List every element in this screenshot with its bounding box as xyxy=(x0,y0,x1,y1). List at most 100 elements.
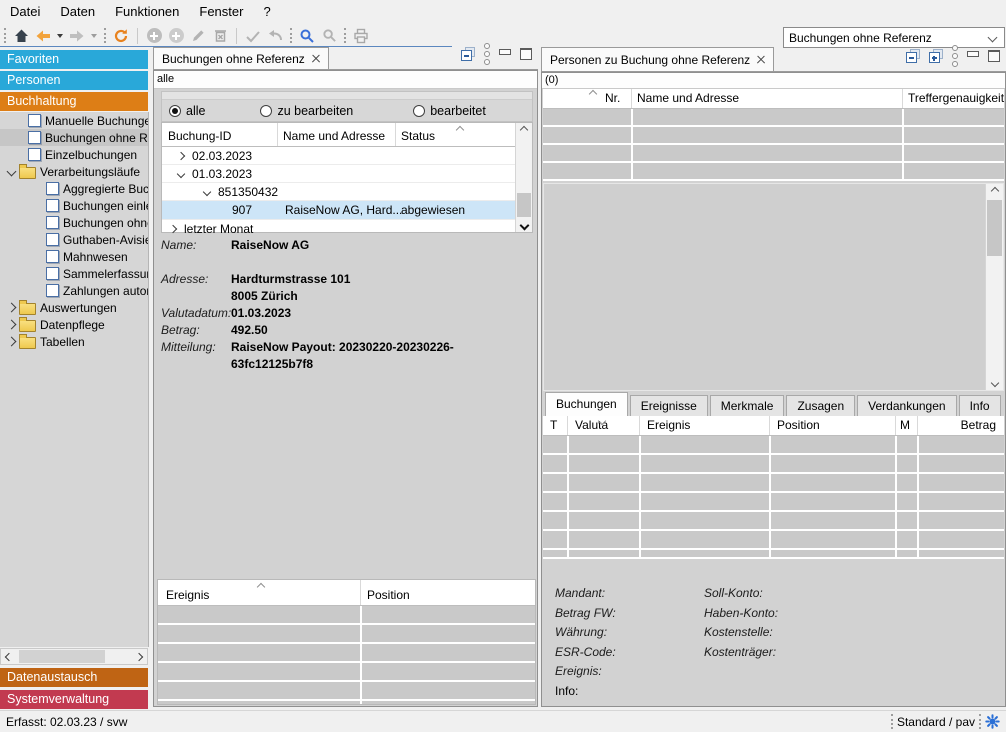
tree-item-tabellen[interactable]: Tabellen xyxy=(0,333,148,350)
scroll-right-button[interactable] xyxy=(131,649,147,664)
radio-zu-bearbeiten[interactable]: zu bearbeiten xyxy=(260,104,353,118)
radio-bearbeitet[interactable]: bearbeitet xyxy=(413,104,486,118)
column-ereignis[interactable]: Ereignis xyxy=(166,588,209,602)
tree-item-mahnwesen[interactable]: Mahnwesen xyxy=(0,248,148,265)
minimize-icon[interactable] xyxy=(499,49,511,55)
toolbar-grip[interactable] xyxy=(104,28,106,43)
more-dots-icon[interactable] xyxy=(484,43,491,66)
scrollbar-thumb[interactable] xyxy=(987,200,1002,256)
sidebar-section-favoriten[interactable]: Favoriten xyxy=(0,50,148,69)
home-button[interactable] xyxy=(10,26,32,46)
column-t[interactable]: T xyxy=(550,418,557,432)
forward-button[interactable] xyxy=(66,26,88,46)
chevron-down-icon[interactable] xyxy=(177,169,185,177)
person-detail-scrollbar[interactable] xyxy=(985,184,1003,390)
search-secondary-button[interactable] xyxy=(318,26,340,46)
minimize-icon[interactable] xyxy=(967,51,979,57)
tree-item-aggregierte-buchungen[interactable]: Aggregierte Buchu xyxy=(0,180,148,197)
close-icon[interactable] xyxy=(312,55,320,63)
chevron-right-icon[interactable] xyxy=(7,320,17,330)
tab-info[interactable]: Info xyxy=(959,395,1001,416)
sidebar-horizontal-scrollbar[interactable] xyxy=(0,648,148,665)
tree-item-zahlungen-automatisch[interactable]: Zahlungen automat xyxy=(0,282,148,299)
scrollbar-track[interactable] xyxy=(17,649,131,664)
menu-funktionen[interactable]: Funktionen xyxy=(105,0,189,24)
forward-history-button[interactable] xyxy=(88,26,100,46)
add-secondary-button[interactable] xyxy=(165,26,187,46)
window-collapse-icon[interactable] xyxy=(461,47,475,60)
tree-item-verarbeitungslaeufe[interactable]: Verarbeitungsläufe xyxy=(0,163,148,180)
tab-buchungen-ohne-referenz[interactable]: Buchungen ohne Referenz xyxy=(153,47,329,69)
sidebar-section-datenaustausch[interactable]: Datenaustausch xyxy=(0,668,148,687)
table-row[interactable]: 01.03.2023 xyxy=(162,165,532,183)
sidebar-section-systemverwaltung[interactable]: Systemverwaltung xyxy=(0,690,148,709)
chevron-right-icon[interactable] xyxy=(177,151,185,159)
toolbar-grip[interactable] xyxy=(4,28,6,43)
tab-ereignisse[interactable]: Ereignisse xyxy=(630,395,708,416)
column-m[interactable]: M xyxy=(900,418,910,432)
back-button[interactable] xyxy=(32,26,54,46)
refresh-button[interactable] xyxy=(110,26,132,46)
column-status[interactable]: Status xyxy=(401,129,435,143)
chevron-right-icon[interactable] xyxy=(7,337,17,347)
menu-datei[interactable]: Datei xyxy=(0,0,50,24)
column-position[interactable]: Position xyxy=(367,588,410,602)
window-expand-icon[interactable] xyxy=(929,49,943,62)
scroll-up-button[interactable] xyxy=(986,184,1003,198)
toolbar-grip[interactable] xyxy=(290,28,292,43)
table-row[interactable]: 851350432 xyxy=(162,183,532,201)
column-name-und-adresse[interactable]: Name und Adresse xyxy=(283,129,385,143)
tree-item-buchungen-ohne-referenz[interactable]: Buchungen ohne Refe xyxy=(0,129,148,146)
column-ereignis[interactable]: Ereignis xyxy=(647,418,690,432)
chevron-down-icon[interactable] xyxy=(7,167,17,177)
column-treffergenauigkeit[interactable]: Treffergenauigkeit xyxy=(908,91,1004,105)
scrollbar-thumb[interactable] xyxy=(517,193,531,217)
scroll-left-button[interactable] xyxy=(1,649,17,664)
column-buchung-id[interactable]: Buchung-ID xyxy=(168,129,231,143)
confirm-button[interactable] xyxy=(242,26,264,46)
chevron-right-icon[interactable] xyxy=(169,224,177,232)
search-button[interactable] xyxy=(296,26,318,46)
scrollbar-thumb[interactable] xyxy=(19,650,105,663)
scrollbar-track[interactable] xyxy=(516,137,532,218)
tab-personen-zu-buchung[interactable]: Personen zu Buchung ohne Referenz xyxy=(541,47,774,71)
toolbar-grip[interactable] xyxy=(344,28,346,43)
table-row[interactable]: letzter Monat xyxy=(162,220,532,237)
delete-button[interactable] xyxy=(209,26,231,46)
menu-hilfe[interactable]: ? xyxy=(253,0,280,24)
tab-buchungen[interactable]: Buchungen xyxy=(545,392,628,416)
tab-merkmale[interactable]: Merkmale xyxy=(710,395,785,416)
maximize-icon[interactable] xyxy=(520,48,532,60)
tree-item-einzelbuchungen[interactable]: Einzelbuchungen xyxy=(0,146,148,163)
settings-button[interactable] xyxy=(985,714,1000,729)
scroll-down-button[interactable] xyxy=(516,218,532,232)
sidebar-section-personen[interactable]: Personen xyxy=(0,71,148,90)
tab-verdankungen[interactable]: Verdankungen xyxy=(857,395,956,416)
tree-item-sammelerfassung[interactable]: Sammelerfassung S xyxy=(0,265,148,282)
back-history-button[interactable] xyxy=(54,26,66,46)
tree-item-buchungen-ohne-r[interactable]: Buchungen ohne R xyxy=(0,214,148,231)
column-nr[interactable]: Nr. xyxy=(605,91,620,105)
menu-fenster[interactable]: Fenster xyxy=(189,0,253,24)
scroll-up-button[interactable] xyxy=(516,123,532,137)
chevron-right-icon[interactable] xyxy=(7,303,17,313)
tree-item-auswertungen[interactable]: Auswertungen xyxy=(0,299,148,316)
edit-button[interactable] xyxy=(187,26,209,46)
more-dots-icon[interactable] xyxy=(952,45,959,68)
maximize-icon[interactable] xyxy=(988,50,1000,62)
column-name-und-adresse[interactable]: Name und Adresse xyxy=(637,91,739,105)
tree-item-buchungen-einlesen[interactable]: Buchungen einlese xyxy=(0,197,148,214)
chevron-down-icon[interactable] xyxy=(203,187,211,195)
menu-daten[interactable]: Daten xyxy=(50,0,105,24)
tab-zusagen[interactable]: Zusagen xyxy=(786,395,855,416)
sidebar-section-buchhaltung[interactable]: Buchhaltung xyxy=(0,92,148,111)
booking-table-scrollbar[interactable] xyxy=(515,123,532,232)
print-button[interactable] xyxy=(350,26,372,46)
tree-item-guthaben-avisierung[interactable]: Guthaben-Avisieru xyxy=(0,231,148,248)
table-row-selected[interactable]: 907 RaiseNow AG, Hard... abgewiesen xyxy=(162,201,532,220)
scroll-down-button[interactable] xyxy=(986,376,1003,390)
table-row[interactable]: 02.03.2023 xyxy=(162,147,532,165)
column-betrag[interactable]: Betrag xyxy=(961,418,996,432)
tree-item-datenpflege[interactable]: Datenpflege xyxy=(0,316,148,333)
add-button[interactable] xyxy=(143,26,165,46)
